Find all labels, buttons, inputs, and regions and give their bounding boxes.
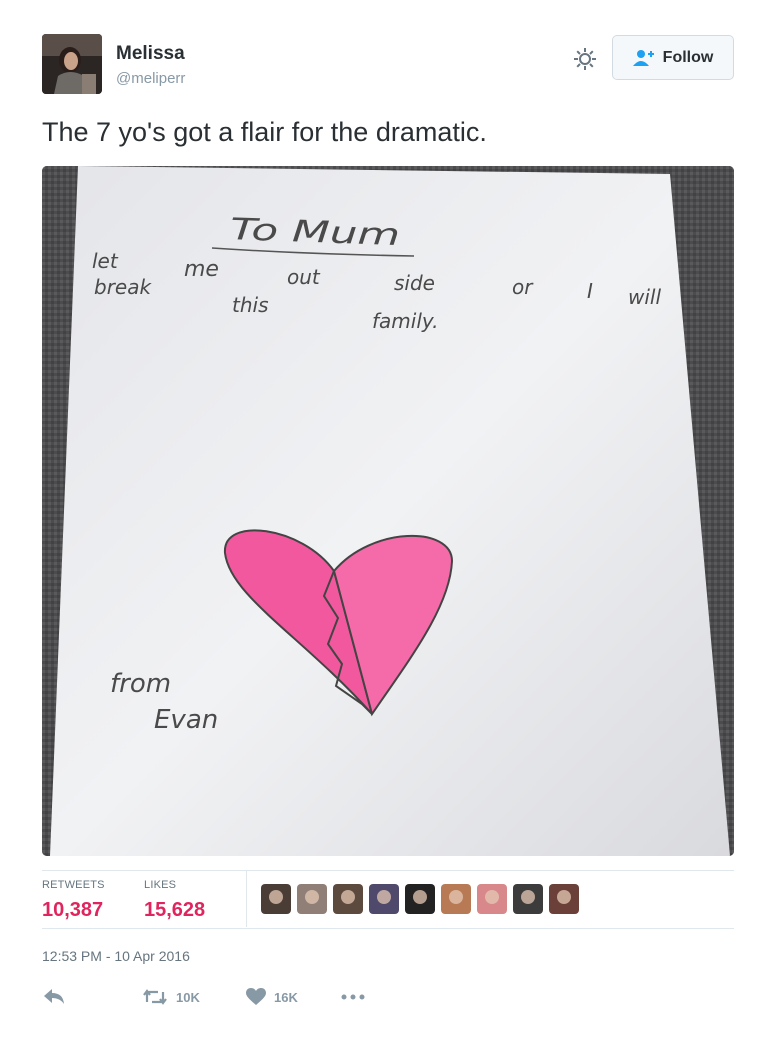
like-count: 16K bbox=[274, 989, 298, 1005]
tweet-actions: 10K 16K bbox=[42, 984, 734, 1014]
tweet-timestamp[interactable]: 12:53 PM - 10 Apr 2016 bbox=[42, 948, 190, 964]
more-button[interactable] bbox=[340, 984, 366, 1010]
drawing-word: or bbox=[512, 275, 534, 299]
liker-avatar[interactable] bbox=[405, 884, 435, 914]
reply-icon bbox=[44, 989, 64, 1004]
likes-count: 15,628 bbox=[144, 899, 206, 921]
liker-avatar-face bbox=[413, 890, 427, 904]
retweets-count: 10,387 bbox=[42, 899, 104, 921]
drawing-word: family. bbox=[372, 309, 439, 333]
liker-avatar-face bbox=[305, 890, 319, 904]
more-icon bbox=[341, 994, 365, 1000]
liker-avatar-face bbox=[485, 890, 499, 904]
retweet-button[interactable]: 10K bbox=[142, 984, 200, 1010]
follow-label: Follow bbox=[662, 48, 714, 66]
tweet-photo[interactable]: To Mum let me out side or I will break t… bbox=[42, 166, 734, 856]
heart-icon bbox=[246, 988, 266, 1005]
retweets-stat[interactable]: RETWEETS 10,387 bbox=[42, 879, 105, 922]
tweet-text: The 7 yo's got a flair for the dramatic. bbox=[42, 117, 487, 147]
avatar[interactable] bbox=[42, 34, 102, 94]
liker-avatar[interactable] bbox=[369, 884, 399, 914]
drawing-word: this bbox=[232, 293, 269, 317]
user-name[interactable]: Melissa bbox=[116, 43, 185, 65]
likes-label: LIKES bbox=[144, 879, 177, 891]
drawing-word: break bbox=[94, 275, 152, 299]
tweet-stats: RETWEETS 10,387 LIKES 15,628 bbox=[42, 871, 734, 927]
drawing-word: side bbox=[394, 271, 435, 295]
liker-avatar-face bbox=[377, 890, 391, 904]
liker-avatar[interactable] bbox=[261, 884, 291, 914]
drawing-word: I bbox=[587, 279, 593, 303]
liker-avatars bbox=[261, 884, 579, 914]
liker-avatar[interactable] bbox=[333, 884, 363, 914]
drawing-word: from bbox=[110, 669, 171, 699]
liker-avatar-face bbox=[449, 890, 463, 904]
drawing-word: will bbox=[628, 285, 661, 309]
retweets-label: RETWEETS bbox=[42, 879, 105, 891]
user-handle[interactable]: @meliperr bbox=[116, 70, 185, 87]
liker-avatar-face bbox=[341, 890, 355, 904]
reply-button[interactable] bbox=[42, 984, 66, 1010]
drawing-word: out bbox=[287, 265, 321, 289]
liker-avatar-face bbox=[269, 890, 283, 904]
stats-separator bbox=[246, 871, 247, 927]
drawing-word: Evan bbox=[154, 705, 218, 735]
retweet-icon bbox=[143, 989, 167, 1005]
liker-avatar-face bbox=[557, 890, 571, 904]
drawing-word: let bbox=[92, 249, 119, 273]
gear-icon[interactable] bbox=[571, 45, 599, 73]
drawing-heading: To Mum bbox=[230, 212, 401, 253]
tweet-header: Melissa @meliperr Follow bbox=[42, 34, 734, 94]
retweet-count: 10K bbox=[176, 989, 200, 1005]
liker-avatar[interactable] bbox=[297, 884, 327, 914]
like-button[interactable]: 16K bbox=[246, 984, 298, 1010]
divider bbox=[42, 928, 734, 929]
follow-button[interactable]: Follow bbox=[612, 35, 734, 80]
likes-stat[interactable]: LIKES 15,628 bbox=[144, 879, 205, 922]
liker-avatar[interactable] bbox=[513, 884, 543, 914]
liker-avatar[interactable] bbox=[441, 884, 471, 914]
liker-avatar[interactable] bbox=[549, 884, 579, 914]
drawing-image: To Mum let me out side or I will break t… bbox=[42, 166, 734, 856]
liker-avatar-face bbox=[521, 890, 535, 904]
avatar-photo bbox=[42, 34, 102, 94]
follow-person-icon bbox=[632, 49, 654, 66]
liker-avatar[interactable] bbox=[477, 884, 507, 914]
drawing-word: me bbox=[184, 257, 219, 282]
